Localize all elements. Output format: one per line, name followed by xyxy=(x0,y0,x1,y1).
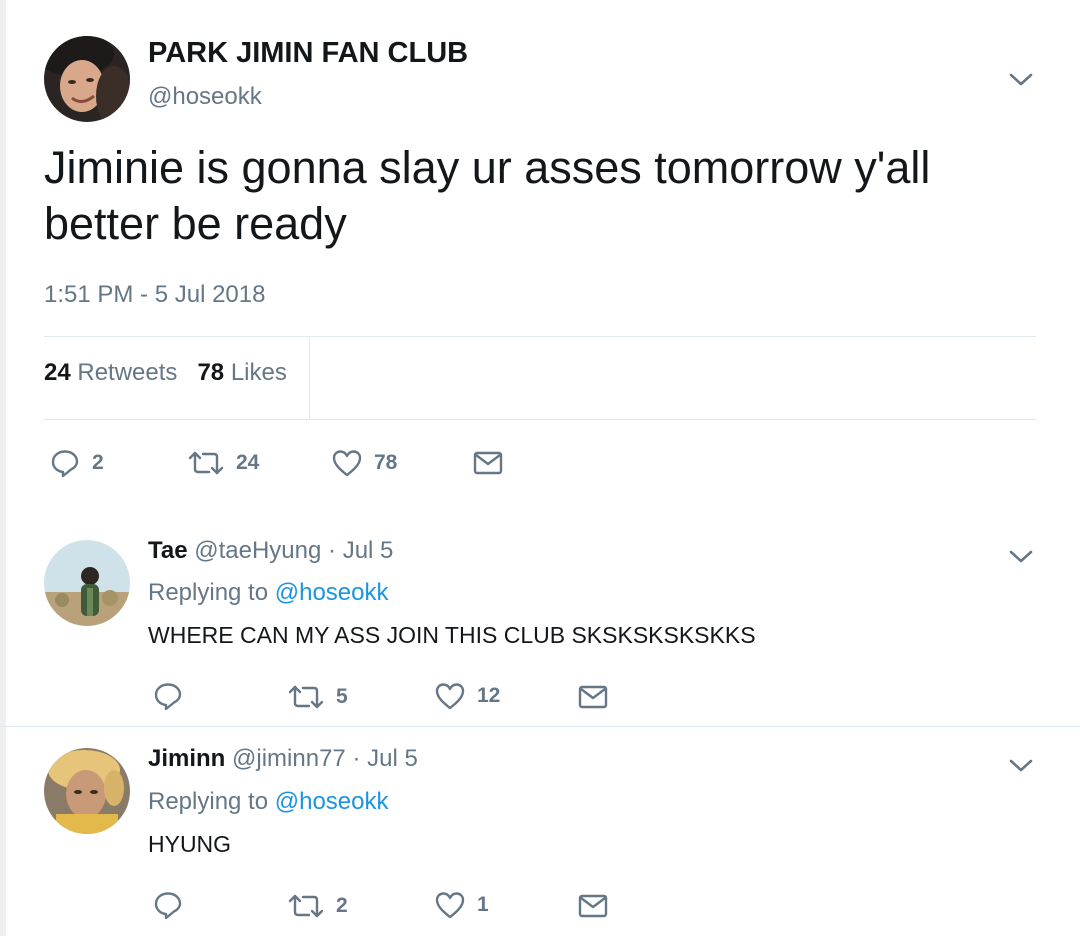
reply-date[interactable]: · Jul 5 xyxy=(352,745,417,772)
reply-tweet[interactable]: Tae @taeHyung · Jul 5 Replying to @hoseo… xyxy=(0,506,1080,726)
tweet-stats: 24 Retweets 78 Likes xyxy=(44,359,287,387)
reply-header: Jiminn @jiminn77 · Jul 5 xyxy=(148,745,418,773)
like-button[interactable]: 12 xyxy=(435,682,500,710)
like-count: 78 xyxy=(374,451,398,474)
retweet-button[interactable]: 24 xyxy=(188,450,259,476)
author-name[interactable]: PARK JIMIN FAN CLUB xyxy=(148,37,468,70)
replying-label: Replying to xyxy=(148,788,269,815)
dm-button[interactable] xyxy=(578,684,608,710)
tweet-text: Jiminie is gonna slay ur asses tomorrow … xyxy=(44,142,931,249)
reply-author-name[interactable]: Jiminn xyxy=(148,745,225,772)
reply-count: 2 xyxy=(92,451,104,474)
reply-author-name[interactable]: Tae xyxy=(148,537,188,564)
divider xyxy=(44,336,1036,337)
retweets-count: 24 xyxy=(44,359,71,386)
likes-count: 78 xyxy=(197,359,225,386)
retweet-button[interactable]: 2 xyxy=(288,893,348,919)
like-count: 12 xyxy=(477,684,501,707)
stats-divider xyxy=(309,338,310,420)
like-button[interactable]: 78 xyxy=(332,449,397,477)
likes-stat[interactable]: 78 Likes xyxy=(197,359,286,386)
envelope-icon xyxy=(578,894,608,918)
reply-tweet[interactable]: Jiminn @jiminn77 · Jul 5 Replying to @ho… xyxy=(0,727,1080,936)
chevron-down-icon[interactable] xyxy=(1008,71,1034,89)
retweet-count: 24 xyxy=(236,451,260,474)
reply-author-handle[interactable]: @taeHyung xyxy=(194,537,321,564)
retweets-stat[interactable]: 24 Retweets xyxy=(44,359,177,386)
retweet-icon xyxy=(288,894,324,918)
retweet-button[interactable]: 5 xyxy=(288,684,348,710)
mention-link[interactable]: @hoseokk xyxy=(275,579,389,606)
like-button[interactable]: 1 xyxy=(435,891,489,919)
reply-text: HYUNG xyxy=(148,831,232,857)
reply-icon xyxy=(154,683,182,711)
replying-to: Replying to @hoseokk xyxy=(148,579,389,607)
chevron-down-icon[interactable] xyxy=(1008,548,1034,566)
envelope-icon xyxy=(578,685,608,709)
heart-icon xyxy=(435,892,465,919)
like-count: 1 xyxy=(477,893,489,916)
avatar[interactable] xyxy=(44,540,130,626)
retweet-count: 2 xyxy=(336,894,348,917)
author-handle[interactable]: @hoseokk xyxy=(148,83,262,111)
mention-link[interactable]: @hoseokk xyxy=(275,788,389,815)
reply-icon xyxy=(154,892,182,920)
reply-icon xyxy=(51,450,79,478)
chevron-down-icon[interactable] xyxy=(1008,757,1034,775)
main-tweet: PARK JIMIN FAN CLUB @hoseokk Jiminie is … xyxy=(0,0,1080,506)
dm-button[interactable] xyxy=(473,450,503,476)
retweet-icon xyxy=(288,685,324,709)
replying-to: Replying to @hoseokk xyxy=(148,788,389,816)
reply-button[interactable] xyxy=(153,681,195,711)
reply-author-handle[interactable]: @jiminn77 xyxy=(232,745,346,772)
reply-button[interactable] xyxy=(153,890,195,920)
envelope-icon xyxy=(473,451,503,475)
dm-button[interactable] xyxy=(578,893,608,919)
avatar[interactable] xyxy=(44,36,130,122)
reply-text: WHERE CAN MY ASS JOIN THIS CLUB SKSKSKSK… xyxy=(148,622,756,648)
heart-icon xyxy=(435,683,465,710)
reply-header: Tae @taeHyung · Jul 5 xyxy=(148,537,393,565)
avatar[interactable] xyxy=(44,748,130,834)
tweet-timestamp[interactable]: 1:51 PM - 5 Jul 2018 xyxy=(44,281,265,309)
retweet-count: 5 xyxy=(336,685,348,708)
divider xyxy=(44,419,1036,420)
likes-label: Likes xyxy=(230,359,287,386)
reply-date[interactable]: · Jul 5 xyxy=(328,537,393,564)
retweet-icon xyxy=(188,451,224,475)
replying-label: Replying to xyxy=(148,579,269,606)
retweets-label: Retweets xyxy=(77,359,178,386)
heart-icon xyxy=(332,450,362,477)
reply-button[interactable]: 2 xyxy=(50,448,104,478)
